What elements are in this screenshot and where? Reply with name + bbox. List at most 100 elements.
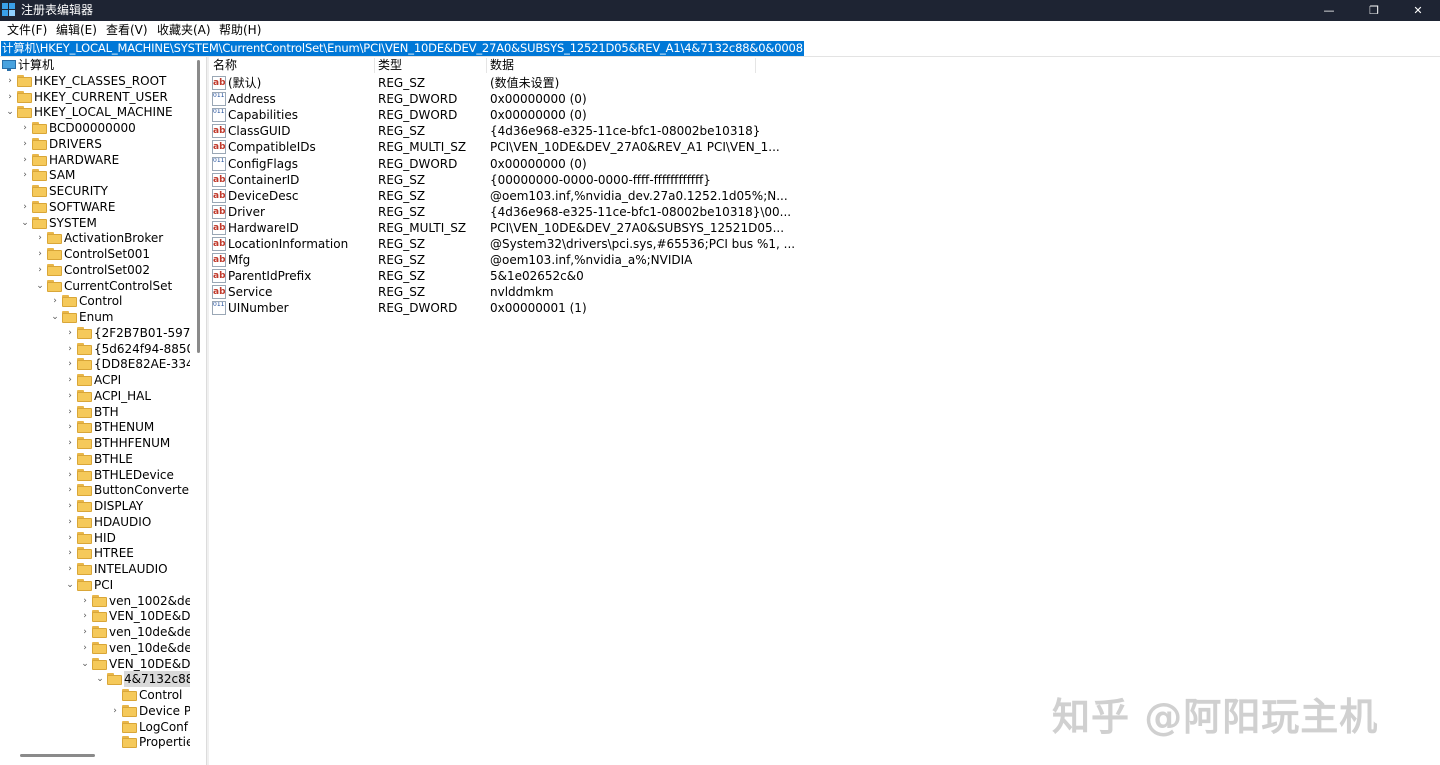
chevron-right-icon[interactable]: ›	[65, 419, 75, 435]
chevron-right-icon[interactable]: ›	[65, 404, 75, 420]
folder-icon	[77, 547, 92, 559]
folder-icon	[77, 358, 92, 370]
column-divider[interactable]	[486, 58, 487, 73]
table-row[interactable]: 011 110Capabilities REG_DWORD 0x00000000 (…	[209, 107, 769, 123]
folder-icon-body	[32, 140, 47, 150]
chevron-right-icon[interactable]: ›	[65, 467, 75, 483]
address-bar[interactable]: 计算机\HKEY_LOCAL_MACHINE\SYSTEM\CurrentCon…	[0, 40, 1440, 57]
binary-value-icon: 011 110	[212, 108, 226, 122]
tree-item-label: DRIVERS	[49, 137, 102, 151]
menu-edit[interactable]: 编辑(E)	[56, 23, 97, 38]
chevron-right-icon[interactable]: ›	[65, 451, 75, 467]
chevron-down-icon[interactable]: ⌄	[50, 309, 60, 325]
chevron-right-icon[interactable]: ›	[20, 199, 30, 215]
table-row[interactable]: 011 110ConfigFlags REG_DWORD 0x00000000 (0…	[209, 156, 769, 172]
chevron-right-icon[interactable]: ›	[35, 262, 45, 278]
table-row[interactable]: ab DeviceDesc REG_SZ @oem103.inf,%nvidia_de…	[209, 188, 788, 204]
registry-tree[interactable]: 计算机 › HKEY_CLASSES_ROOT › HKEY_CURRENT_USER…	[0, 57, 203, 765]
chevron-right-icon[interactable]: ›	[80, 608, 90, 624]
tree-item-label: BTHLE	[94, 452, 133, 466]
column-header-type[interactable]: 类型	[378, 57, 402, 74]
chevron-down-icon[interactable]: ⌄	[5, 104, 15, 120]
menu-view[interactable]: 查看(V)	[106, 23, 148, 38]
chevron-right-icon[interactable]: ›	[65, 561, 75, 577]
table-row[interactable]: ab Driver REG_SZ {4d36e968-e325-11ce-bfc1-0…	[209, 204, 791, 220]
table-row[interactable]: ab ParentIdPrefix REG_SZ 5&1e02652c&0	[209, 268, 769, 284]
table-row[interactable]: 011 110Address REG_DWORD 0x00000000 (0)	[209, 91, 769, 107]
value-data: {4d36e968-e325-11ce-bfc1-08002be10318}\0…	[490, 205, 792, 219]
chevron-right-icon[interactable]: ›	[80, 640, 90, 656]
folder-icon	[122, 705, 137, 717]
chevron-right-icon[interactable]: ›	[20, 120, 30, 136]
folder-icon-body	[92, 660, 107, 670]
chevron-down-icon[interactable]: ⌄	[20, 215, 30, 231]
folder-icon	[122, 721, 137, 733]
values-list[interactable]: 名称 类型 数据 ab(默认)REG_SZ(数值未设置)011 110Addre…	[209, 57, 1440, 765]
chevron-right-icon[interactable]: ›	[65, 325, 75, 341]
value-name: ClassGUID	[228, 124, 291, 138]
chevron-right-icon[interactable]: ›	[20, 152, 30, 168]
chevron-right-icon[interactable]: ›	[65, 435, 75, 451]
chevron-right-icon[interactable]: ›	[35, 230, 45, 246]
menu-favorites[interactable]: 收藏夹(A)	[157, 23, 211, 38]
chevron-right-icon[interactable]: ›	[80, 624, 90, 640]
chevron-right-icon[interactable]: ›	[65, 530, 75, 546]
maximize-button[interactable]: ❐	[1351, 0, 1397, 21]
tree-item-label: HARDWARE	[49, 153, 120, 167]
close-button[interactable]: ✕	[1395, 0, 1440, 21]
chevron-right-icon[interactable]: ›	[65, 545, 75, 561]
folder-icon-body	[77, 565, 92, 575]
folder-icon-body	[32, 171, 47, 181]
chevron-down-icon[interactable]: ⌄	[80, 656, 90, 672]
tree-horizontal-scroll-thumb[interactable]	[20, 754, 95, 757]
chevron-right-icon[interactable]: ›	[50, 293, 60, 309]
chevron-right-icon[interactable]: ›	[35, 246, 45, 262]
folder-icon	[47, 264, 62, 276]
string-value-icon: ab	[212, 124, 226, 138]
chevron-right-icon[interactable]: ›	[65, 341, 75, 357]
folder-icon-body	[77, 502, 92, 512]
chevron-right-icon[interactable]: ›	[5, 73, 15, 89]
minimize-button[interactable]: —	[1306, 0, 1352, 21]
table-row[interactable]: ab Service REG_SZ nvlddmkm	[209, 284, 769, 300]
tree-item-label: Enum	[79, 310, 114, 324]
tree-scroll-thumb[interactable]	[197, 60, 200, 353]
chevron-down-icon[interactable]: ⌄	[95, 671, 105, 687]
folder-icon	[32, 138, 47, 150]
chevron-right-icon[interactable]: ›	[65, 356, 75, 372]
table-row[interactable]: ab LocationInformation REG_SZ @System32\dri…	[209, 236, 795, 252]
table-row[interactable]: 011 110UINumber REG_DWORD 0x00000001 (1)	[209, 300, 769, 316]
table-row[interactable]: ab Mfg REG_SZ @oem103.inf,%nvidia_a%;NVIDIA	[209, 252, 769, 268]
tree-item-label: ControlSet001	[64, 247, 150, 261]
chevron-down-icon[interactable]: ⌄	[35, 278, 45, 294]
chevron-right-icon[interactable]: ›	[20, 167, 30, 183]
table-row[interactable]: ab (默认) REG_SZ (数值未设置)	[209, 75, 769, 91]
chevron-right-icon[interactable]: ›	[65, 514, 75, 530]
tree-vertical-scrollbar[interactable]	[194, 57, 203, 765]
tree-item-label: SAM	[49, 168, 76, 182]
folder-icon-body	[47, 234, 62, 244]
table-row[interactable]: ab ContainerID REG_SZ {00000000-0000-0000-f…	[209, 172, 769, 188]
chevron-right-icon[interactable]: ›	[65, 372, 75, 388]
chevron-right-icon[interactable]: ›	[20, 136, 30, 152]
chevron-right-icon[interactable]: ›	[5, 89, 15, 105]
chevron-right-icon[interactable]: ›	[65, 482, 75, 498]
folder-icon-body	[47, 282, 62, 292]
table-row[interactable]: ab ClassGUID REG_SZ {4d36e968-e325-11ce-bfc…	[209, 123, 769, 139]
folder-icon-body	[77, 345, 92, 355]
column-header-data[interactable]: 数据	[490, 57, 514, 74]
table-row[interactable]: ab CompatibleIDs REG_MULTI_SZ PCI\VEN_10DE&…	[209, 139, 780, 155]
table-row[interactable]: ab HardwareID REG_MULTI_SZ PCI\VEN_10DE&DEV…	[209, 220, 784, 236]
chevron-right-icon[interactable]: ›	[65, 498, 75, 514]
chevron-right-icon[interactable]: ›	[65, 388, 75, 404]
chevron-right-icon[interactable]: ›	[80, 593, 90, 609]
column-divider[interactable]	[374, 58, 375, 73]
value-data: 5&1e02652c&0	[490, 269, 584, 283]
column-divider[interactable]	[755, 58, 756, 73]
chevron-right-icon[interactable]: ›	[110, 703, 120, 719]
menu-help[interactable]: 帮助(H)	[219, 23, 261, 38]
address-path[interactable]: 计算机\HKEY_LOCAL_MACHINE\SYSTEM\CurrentCon…	[1, 41, 804, 56]
column-header-name[interactable]: 名称	[213, 57, 237, 74]
menu-file[interactable]: 文件(F)	[7, 23, 47, 38]
chevron-down-icon[interactable]: ⌄	[65, 577, 75, 593]
